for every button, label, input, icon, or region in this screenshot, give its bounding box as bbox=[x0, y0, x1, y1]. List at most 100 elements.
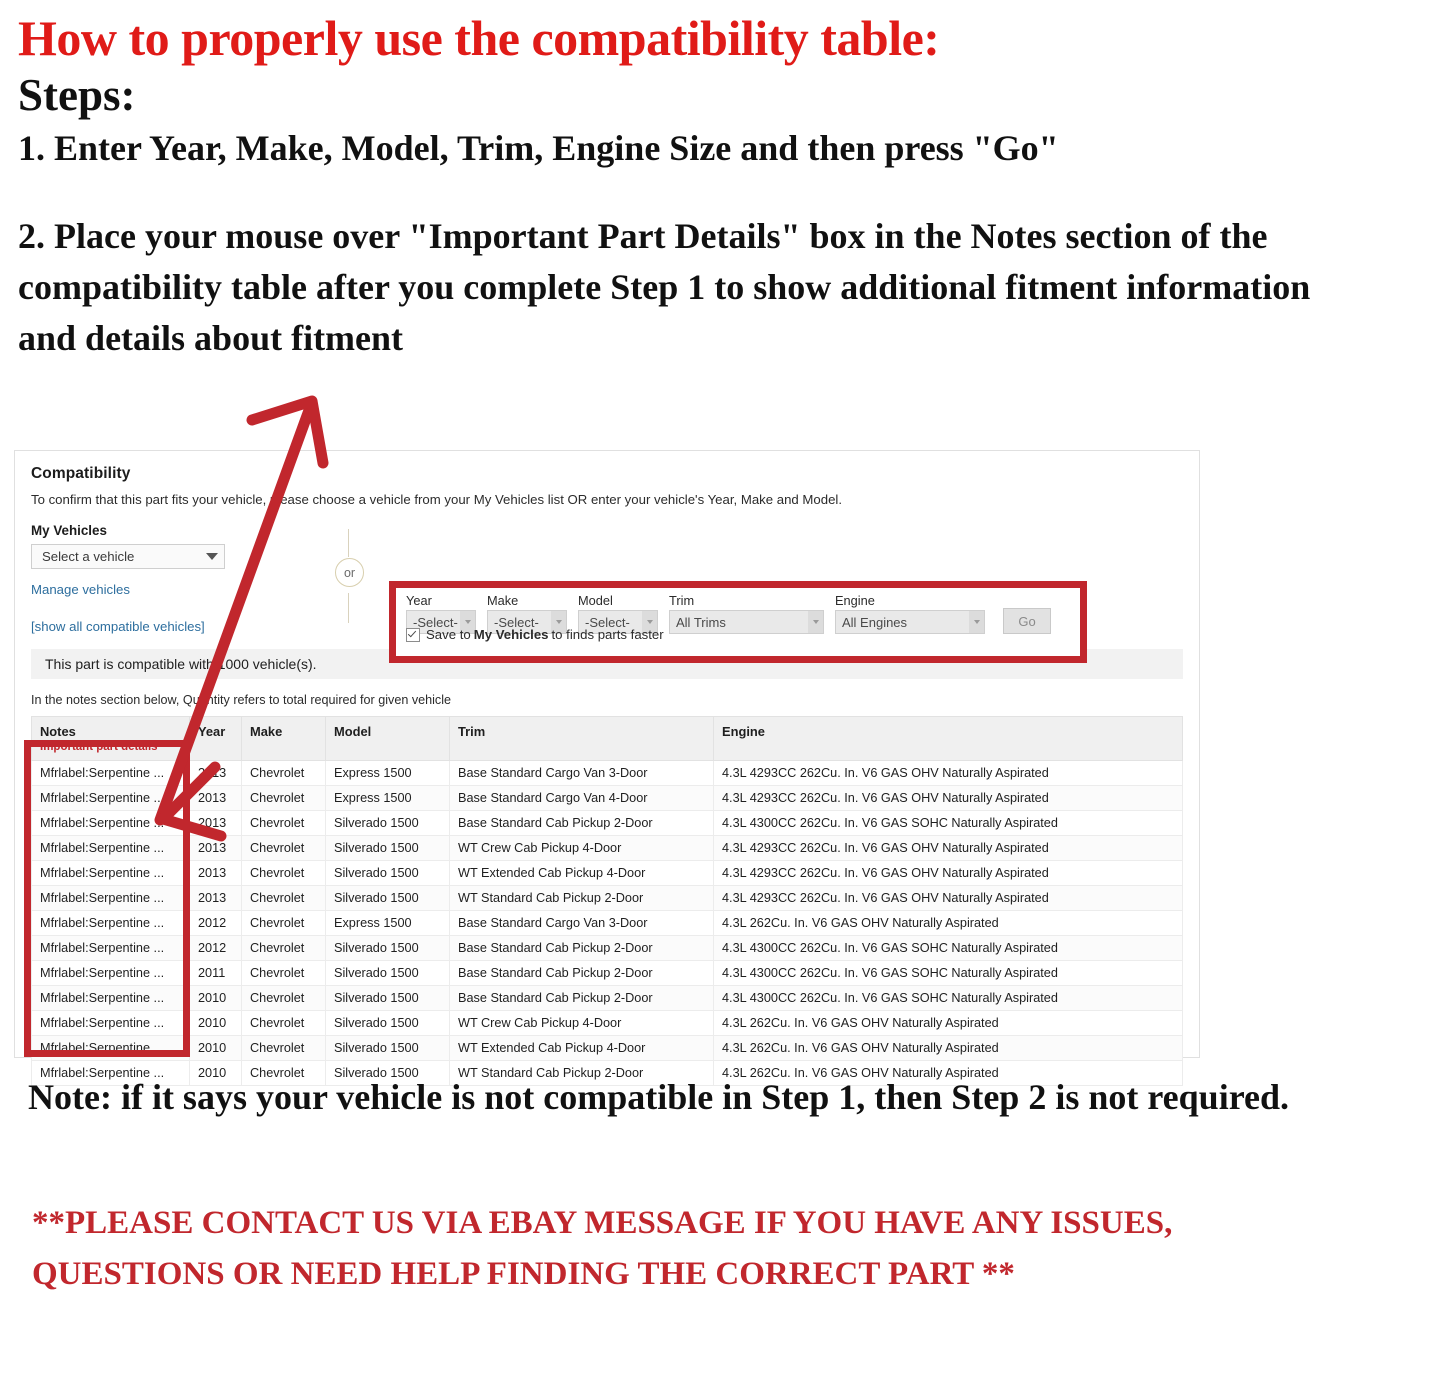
chevron-down-icon bbox=[969, 611, 984, 633]
column-header-year[interactable]: Year bbox=[189, 716, 242, 761]
cell-year: 2013 bbox=[189, 785, 242, 811]
footer-contact: **PLEASE CONTACT US VIA EBAY MESSAGE IF … bbox=[32, 1205, 1173, 1293]
my-vehicles-label: My Vehicles bbox=[31, 523, 107, 538]
step-2-text: 2. Place your mouse over "Important Part… bbox=[18, 215, 1311, 359]
table-row: Mfrlabel:Serpentine ... 2013 Chevrolet Expr… bbox=[31, 760, 1183, 786]
engine-select[interactable]: All Engines bbox=[835, 610, 985, 634]
footer-note: Note: if it says your vehicle is not com… bbox=[28, 1077, 1290, 1117]
table-row: Mfrlabel:Serpentine ... 2012 Chevrolet Silv… bbox=[31, 935, 1183, 961]
cell-notes[interactable]: Mfrlabel:Serpentine ... bbox=[31, 1010, 190, 1036]
cell-trim: Base Standard Cab Pickup 2-Door bbox=[449, 810, 714, 836]
cell-make: Chevrolet bbox=[241, 1010, 326, 1036]
my-vehicles-select-value: Select a vehicle bbox=[42, 549, 135, 564]
cell-model: Silverado 1500 bbox=[325, 985, 450, 1011]
table-row: Mfrlabel:Serpentine ... 2013 Chevrolet Silv… bbox=[31, 810, 1183, 836]
table-header-row: Notes Important part details Year Make M… bbox=[31, 716, 1183, 761]
column-header-notes-label: Notes bbox=[40, 724, 76, 739]
column-header-notes[interactable]: Notes Important part details bbox=[31, 716, 190, 761]
engine-select-value: All Engines bbox=[842, 614, 908, 630]
compatibility-panel: Compatibility To confirm that this part … bbox=[14, 450, 1200, 1086]
save-suffix-label: to finds parts faster bbox=[551, 627, 664, 642]
cell-notes[interactable]: Mfrlabel:Serpentine ... bbox=[31, 885, 190, 911]
cell-engine: 4.3L 262Cu. In. V6 GAS OHV Naturally Asp… bbox=[713, 1035, 1183, 1061]
cell-make: Chevrolet bbox=[241, 885, 326, 911]
cell-year: 2011 bbox=[189, 960, 242, 986]
trim-label: Trim bbox=[669, 593, 695, 608]
make-label: Make bbox=[487, 593, 519, 608]
or-badge: or bbox=[335, 558, 364, 587]
vehicle-chooser-row: My Vehicles Select a vehicle Manage vehi… bbox=[31, 523, 1183, 663]
show-all-compatible-vehicles-link[interactable]: [show all compatible vehicles] bbox=[31, 619, 281, 634]
go-button[interactable]: Go bbox=[1003, 608, 1051, 634]
cell-year: 2013 bbox=[189, 835, 242, 861]
cell-engine: 4.3L 4300CC 262Cu. In. V6 GAS SOHC Natur… bbox=[713, 960, 1183, 986]
table-row: Mfrlabel:Serpentine ... 2011 Chevrolet Silv… bbox=[31, 960, 1183, 986]
year-label: Year bbox=[406, 593, 432, 608]
table-row: Mfrlabel:Serpentine ... 2013 Chevrolet Silv… bbox=[31, 885, 1183, 911]
cell-notes[interactable]: Mfrlabel:Serpentine ... bbox=[31, 785, 190, 811]
save-bold-label: My Vehicles bbox=[473, 627, 549, 642]
cell-trim: WT Extended Cab Pickup 4-Door bbox=[449, 1035, 714, 1061]
my-vehicles-select[interactable]: Select a vehicle bbox=[31, 544, 225, 569]
cell-year: 2012 bbox=[189, 910, 242, 936]
cell-make: Chevrolet bbox=[241, 960, 326, 986]
cell-engine: 4.3L 4293CC 262Cu. In. V6 GAS OHV Natura… bbox=[713, 785, 1183, 811]
cell-trim: WT Crew Cab Pickup 4-Door bbox=[449, 1010, 714, 1036]
cell-make: Chevrolet bbox=[241, 810, 326, 836]
save-to-my-vehicles-row[interactable]: Save to My Vehicles to finds parts faste… bbox=[406, 627, 664, 642]
cell-trim: Base Standard Cargo Van 4-Door bbox=[449, 785, 714, 811]
cell-notes[interactable]: Mfrlabel:Serpentine ... bbox=[31, 760, 190, 786]
trim-select-value: All Trims bbox=[676, 614, 726, 630]
cell-trim: Base Standard Cab Pickup 2-Door bbox=[449, 985, 714, 1011]
chevron-down-icon bbox=[808, 611, 823, 633]
cell-notes[interactable]: Mfrlabel:Serpentine ... bbox=[31, 935, 190, 961]
cell-notes[interactable]: Mfrlabel:Serpentine ... bbox=[31, 1035, 190, 1061]
important-part-details-label[interactable]: Important part details bbox=[40, 741, 181, 753]
cell-notes[interactable]: Mfrlabel:Serpentine ... bbox=[31, 910, 190, 936]
cell-trim: Base Standard Cab Pickup 2-Door bbox=[449, 935, 714, 961]
cell-engine: 4.3L 4293CC 262Cu. In. V6 GAS OHV Natura… bbox=[713, 860, 1183, 886]
table-row: Mfrlabel:Serpentine ... 2010 Chevrolet Silv… bbox=[31, 1010, 1183, 1036]
cell-model: Silverado 1500 bbox=[325, 835, 450, 861]
cell-notes[interactable]: Mfrlabel:Serpentine ... bbox=[31, 860, 190, 886]
cell-year: 2013 bbox=[189, 760, 242, 786]
table-row: Mfrlabel:Serpentine ... 2010 Chevrolet Silv… bbox=[31, 985, 1183, 1011]
chevron-down-icon bbox=[206, 553, 218, 560]
cell-trim: Base Standard Cargo Van 3-Door bbox=[449, 760, 714, 786]
step-1-text: 1. Enter Year, Make, Model, Trim, Engine… bbox=[18, 127, 1059, 168]
cell-make: Chevrolet bbox=[241, 785, 326, 811]
column-header-trim[interactable]: Trim bbox=[449, 716, 714, 761]
cell-model: Silverado 1500 bbox=[325, 1035, 450, 1061]
cell-make: Chevrolet bbox=[241, 760, 326, 786]
instructions-block: How to properly use the compatibility ta… bbox=[18, 12, 1418, 364]
cell-notes[interactable]: Mfrlabel:Serpentine ... bbox=[31, 985, 190, 1011]
cell-model: Silverado 1500 bbox=[325, 810, 450, 836]
cell-engine: 4.3L 4300CC 262Cu. In. V6 GAS SOHC Natur… bbox=[713, 810, 1183, 836]
table-row: Mfrlabel:Serpentine ... 2013 Chevrolet Expr… bbox=[31, 785, 1183, 811]
table-row: Mfrlabel:Serpentine ... 2013 Chevrolet Silv… bbox=[31, 860, 1183, 886]
cell-notes[interactable]: Mfrlabel:Serpentine ... bbox=[31, 835, 190, 861]
fitment-table: Notes Important part details Year Make M… bbox=[31, 716, 1183, 1086]
cell-engine: 4.3L 262Cu. In. V6 GAS OHV Naturally Asp… bbox=[713, 910, 1183, 936]
compatibility-heading: Compatibility bbox=[31, 465, 131, 482]
column-header-engine[interactable]: Engine bbox=[713, 716, 1183, 761]
model-label: Model bbox=[578, 593, 613, 608]
or-divider-line-bottom bbox=[348, 593, 349, 623]
cell-engine: 4.3L 4293CC 262Cu. In. V6 GAS OHV Natura… bbox=[713, 835, 1183, 861]
save-to-my-vehicles-checkbox[interactable] bbox=[406, 627, 420, 642]
page-title: How to properly use the compatibility ta… bbox=[18, 10, 940, 66]
manage-vehicles-link[interactable]: Manage vehicles bbox=[31, 582, 281, 597]
cell-notes[interactable]: Mfrlabel:Serpentine ... bbox=[31, 810, 190, 836]
cell-year: 2010 bbox=[189, 985, 242, 1011]
trim-field: Trim All Trims bbox=[669, 593, 824, 634]
cell-notes[interactable]: Mfrlabel:Serpentine ... bbox=[31, 960, 190, 986]
cell-model: Silverado 1500 bbox=[325, 935, 450, 961]
cell-model: Express 1500 bbox=[325, 760, 450, 786]
column-header-model[interactable]: Model bbox=[325, 716, 450, 761]
trim-select[interactable]: All Trims bbox=[669, 610, 824, 634]
cell-engine: 4.3L 262Cu. In. V6 GAS OHV Naturally Asp… bbox=[713, 1010, 1183, 1036]
cell-model: Silverado 1500 bbox=[325, 1010, 450, 1036]
column-header-make[interactable]: Make bbox=[241, 716, 326, 761]
cell-trim: Base Standard Cargo Van 3-Door bbox=[449, 910, 714, 936]
my-vehicles-column: My Vehicles Select a vehicle Manage vehi… bbox=[31, 523, 281, 634]
